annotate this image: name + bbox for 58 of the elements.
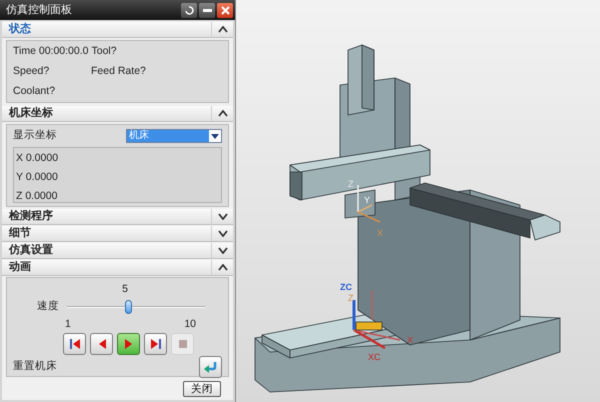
playback-button[interactable] bbox=[144, 333, 167, 356]
time-readout: Time 00:00:00.0 bbox=[13, 44, 88, 59]
axis-label: Z bbox=[348, 179, 354, 189]
reset-machine-label: 重置机床 bbox=[13, 359, 57, 374]
chevron-up-icon bbox=[218, 110, 228, 118]
coordinate-value: X 0.0000 bbox=[16, 151, 60, 166]
section-header[interactable]: 状态 bbox=[2, 22, 233, 38]
speed-readout: Speed? bbox=[13, 64, 50, 79]
section-header[interactable]: 动画 bbox=[2, 260, 233, 276]
display-coordinates-label: 显示坐标 bbox=[13, 128, 57, 144]
section-header[interactable]: 检测程序 bbox=[2, 209, 233, 225]
skip-to-start-icon bbox=[68, 338, 82, 350]
playback-button[interactable] bbox=[90, 333, 113, 356]
axis-label: X bbox=[377, 228, 384, 238]
section-title: 仿真设置 bbox=[8, 245, 54, 256]
playback-button[interactable] bbox=[117, 333, 140, 356]
close-icon bbox=[220, 6, 230, 14]
refresh-icon bbox=[184, 6, 194, 14]
slider-min-label: 1 bbox=[65, 316, 71, 332]
step-back-icon bbox=[96, 338, 106, 350]
close-button[interactable] bbox=[217, 2, 233, 18]
axis-label: XC bbox=[368, 352, 381, 362]
play-icon bbox=[124, 338, 134, 350]
skip-to-end-icon bbox=[148, 338, 162, 350]
feed-rate-readout: Feed Rate? bbox=[91, 64, 146, 79]
return-arrow-icon bbox=[203, 361, 218, 374]
axis-label: Y bbox=[364, 195, 370, 205]
window-title: 仿真控制面板 bbox=[6, 2, 73, 18]
section-title: 动画 bbox=[8, 262, 32, 273]
axis-label: X bbox=[407, 335, 414, 345]
section-title: 细节 bbox=[8, 228, 32, 239]
section-title: 状态 bbox=[8, 24, 32, 35]
minimize-button[interactable] bbox=[199, 2, 215, 18]
playback-button[interactable] bbox=[63, 333, 86, 356]
section-title: 机床坐标 bbox=[8, 108, 54, 120]
axis-label: ZC bbox=[340, 282, 352, 292]
axis-label: Z bbox=[348, 293, 354, 303]
reset-button[interactable] bbox=[199, 356, 222, 378]
close-dialog-button[interactable]: 关闭 bbox=[183, 381, 221, 397]
slider-thumb[interactable] bbox=[124, 300, 132, 314]
speed-value: 5 bbox=[122, 282, 128, 297]
section-title: 检测程序 bbox=[8, 211, 54, 222]
refresh-button[interactable] bbox=[181, 2, 197, 18]
coordinate-value: Z 0.0000 bbox=[16, 188, 58, 204]
coolant-readout: Coolant? bbox=[13, 84, 56, 98]
slider-max-label: 10 bbox=[184, 316, 196, 332]
speed-slider[interactable] bbox=[67, 300, 205, 314]
section-header[interactable]: 仿真设置 bbox=[2, 243, 233, 259]
chevron-up-icon bbox=[218, 264, 228, 271]
stop-icon bbox=[178, 339, 188, 350]
coordinate-value: Y 0.0000 bbox=[16, 170, 59, 185]
section-header[interactable]: 细节 bbox=[2, 226, 233, 242]
section-header[interactable]: 机床坐标 bbox=[2, 106, 233, 122]
machine-viewport[interactable]: Z Y X ZC Z XC X bbox=[236, 0, 600, 402]
minimize-icon bbox=[202, 8, 212, 12]
speed-label: 速度 bbox=[37, 298, 59, 314]
tool-readout: Tool? bbox=[92, 44, 117, 59]
chevron-up-icon bbox=[218, 26, 228, 33]
